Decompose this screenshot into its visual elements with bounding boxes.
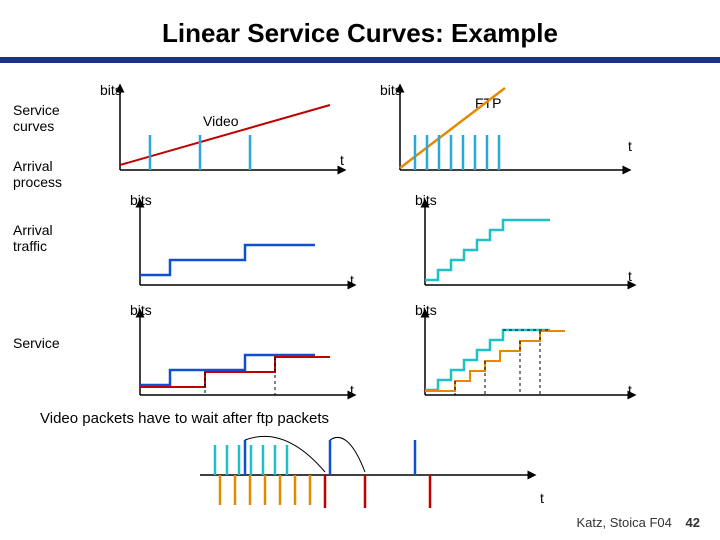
footer: Katz, Stoica F04 42 [577,515,700,530]
r2-right-plot [400,195,650,295]
r3-left-plot [115,305,365,405]
r1-left-plot [95,80,355,180]
r2-left-plot [115,195,365,295]
bottom-timeline [190,420,550,520]
slide-title: Linear Service Curves: Example [0,0,720,49]
r3-right-plot [400,305,650,405]
footer-page: 42 [686,515,700,530]
r1-row-label: Service curves [13,102,60,134]
footer-credit: Katz, Stoica F04 [577,515,672,530]
r1-right-plot [375,80,645,180]
r1-arrival-process-label: Arrival process [13,158,62,190]
r2-row-label: Arrival traffic [13,222,53,254]
title-underline [0,57,720,63]
r3-row-label: Service [13,335,60,351]
